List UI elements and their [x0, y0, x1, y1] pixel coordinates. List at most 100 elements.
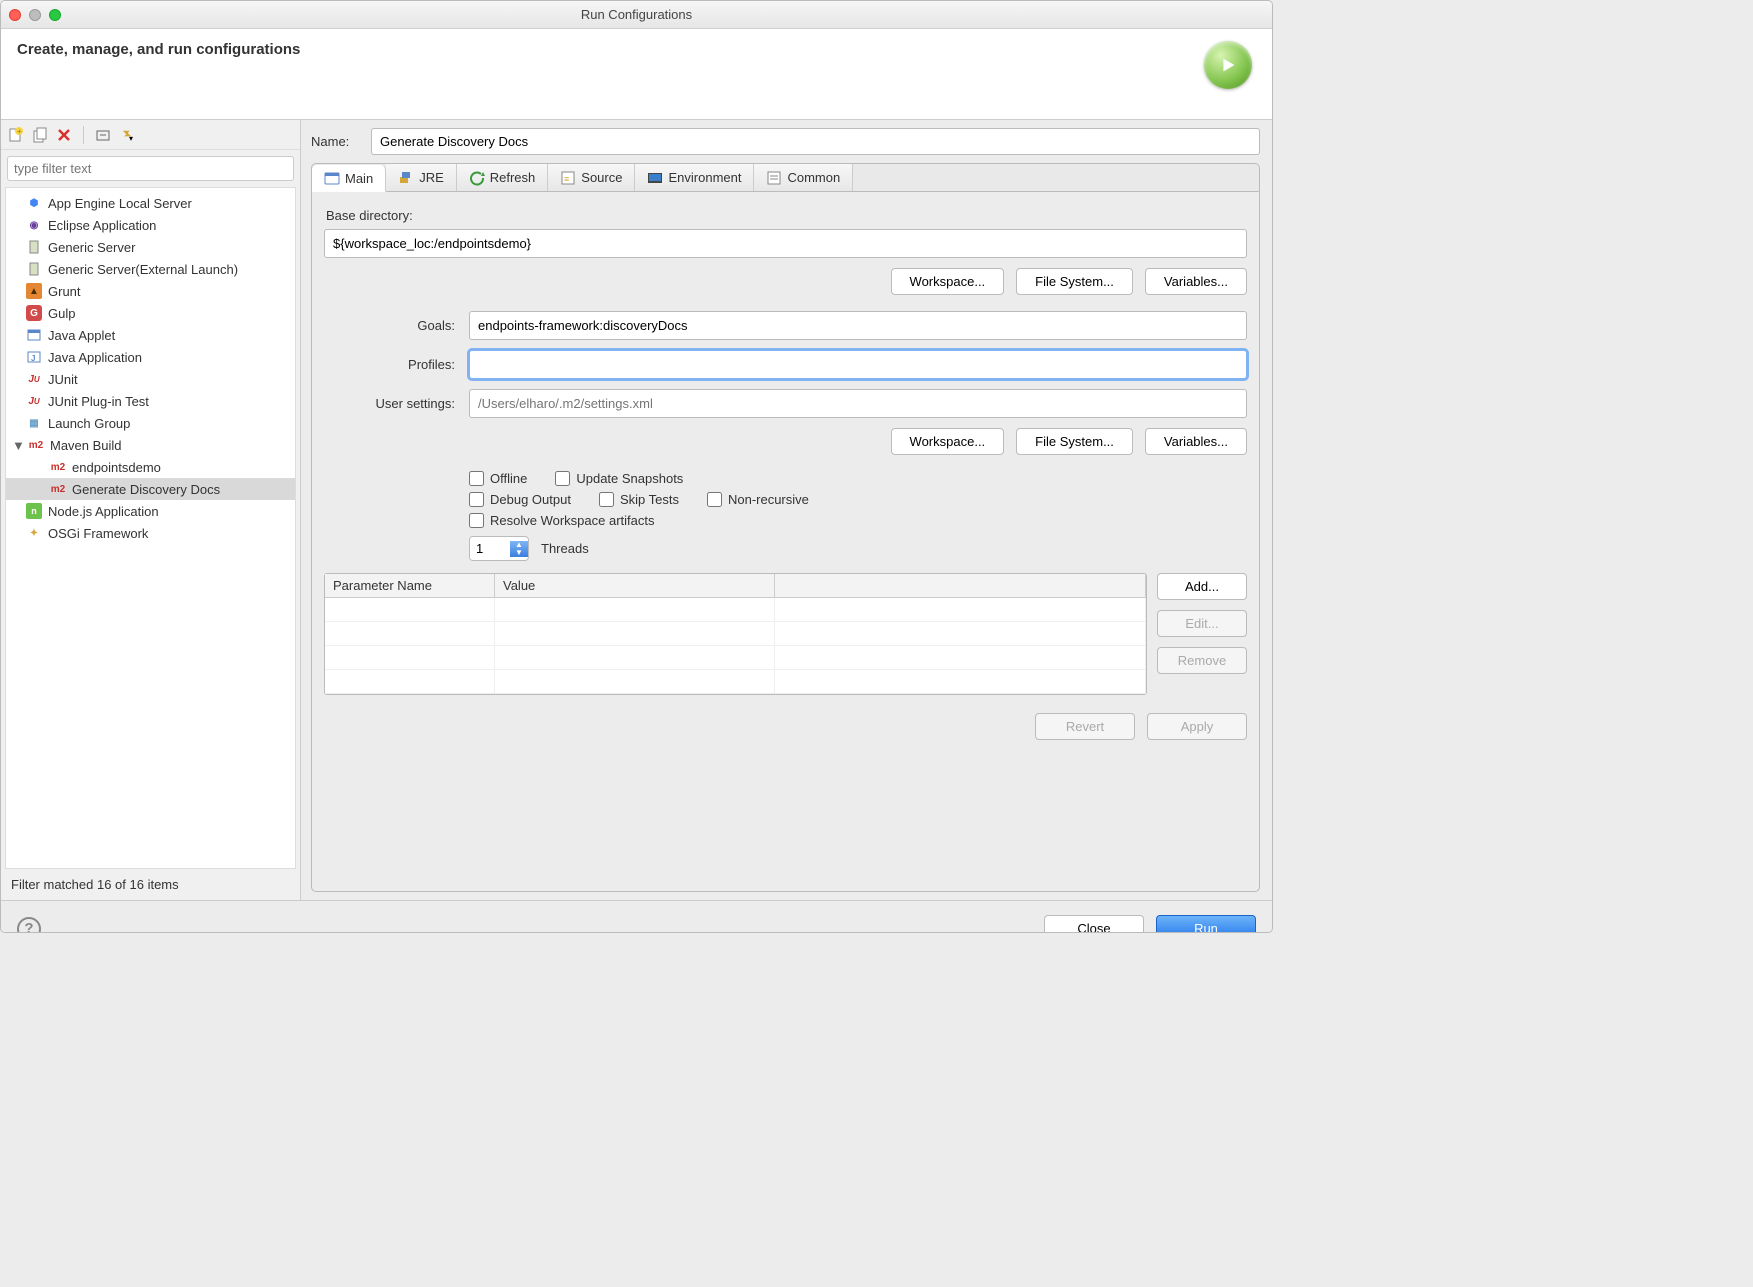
- skip-tests-checkbox[interactable]: Skip Tests: [599, 492, 679, 507]
- profiles-label: Profiles:: [324, 357, 459, 372]
- tab-jre[interactable]: JRE: [386, 164, 457, 191]
- tree-item-label: Node.js Application: [48, 504, 159, 519]
- add-param-button[interactable]: Add...: [1157, 573, 1247, 600]
- tab-icon: [647, 170, 663, 186]
- tab-environment[interactable]: Environment: [635, 164, 754, 191]
- workspace-button[interactable]: Workspace...: [891, 268, 1005, 295]
- non-recursive-checkbox[interactable]: Non-recursive: [707, 492, 809, 507]
- tab-label: Environment: [668, 170, 741, 185]
- tree-item-label: OSGi Framework: [48, 526, 148, 541]
- duplicate-config-button[interactable]: [31, 126, 49, 144]
- run-icon: [1204, 41, 1252, 89]
- tree-item[interactable]: Generic Server: [6, 236, 295, 258]
- remove-param-button[interactable]: Remove: [1157, 647, 1247, 674]
- tab-icon: ≡: [560, 170, 576, 186]
- svg-text:≡: ≡: [564, 174, 569, 184]
- tree-item[interactable]: nNode.js Application: [6, 500, 295, 522]
- param-name-header: Parameter Name: [325, 574, 495, 597]
- debug-output-checkbox[interactable]: Debug Output: [469, 492, 571, 507]
- tree-item[interactable]: ✦OSGi Framework: [6, 522, 295, 544]
- tree-item[interactable]: ⬢App Engine Local Server: [6, 192, 295, 214]
- tab-icon: [766, 170, 782, 186]
- tab-label: Main: [345, 171, 373, 186]
- tree-item-label: Generate Discovery Docs: [72, 482, 220, 497]
- tree-item-label: JUnit Plug-in Test: [48, 394, 149, 409]
- tree-item-label: Eclipse Application: [48, 218, 156, 233]
- parameter-table[interactable]: Parameter Name Value: [324, 573, 1147, 695]
- tab-refresh[interactable]: Refresh: [457, 164, 549, 191]
- tree-item-label: Gulp: [48, 306, 75, 321]
- edit-param-button[interactable]: Edit...: [1157, 610, 1247, 637]
- name-input[interactable]: [371, 128, 1260, 155]
- tab-label: Source: [581, 170, 622, 185]
- tree-item[interactable]: JUJUnit: [6, 368, 295, 390]
- tab-common[interactable]: Common: [754, 164, 853, 191]
- goals-input[interactable]: [469, 311, 1247, 340]
- tree-item-label: Launch Group: [48, 416, 130, 431]
- tree-item-label: Grunt: [48, 284, 81, 299]
- filter-button[interactable]: ▾: [118, 126, 136, 144]
- tab-label: Common: [787, 170, 840, 185]
- resolve-workspace-checkbox[interactable]: Resolve Workspace artifacts: [469, 513, 655, 528]
- tab-bar: Main JRE Refresh ≡ Source Environment Common: [311, 163, 1260, 191]
- svg-text:J: J: [31, 354, 35, 363]
- tree-item[interactable]: ▲Grunt: [6, 280, 295, 302]
- tab-label: Refresh: [490, 170, 536, 185]
- base-directory-label: Base directory:: [326, 208, 1247, 223]
- config-tree[interactable]: ⬢App Engine Local Server◉Eclipse Applica…: [5, 187, 296, 869]
- param-value-header: Value: [495, 574, 775, 597]
- tab-label: JRE: [419, 170, 444, 185]
- threads-spinner[interactable]: ▲▼: [469, 536, 529, 561]
- apply-button[interactable]: Apply: [1147, 713, 1247, 740]
- workspace-button-2[interactable]: Workspace...: [891, 428, 1005, 455]
- threads-label: Threads: [541, 541, 589, 556]
- tree-item[interactable]: ▦Launch Group: [6, 412, 295, 434]
- tree-item-label: Maven Build: [50, 438, 122, 453]
- dialog-footer: ? Close Run: [1, 900, 1272, 933]
- tree-item[interactable]: Generic Server(External Launch): [6, 258, 295, 280]
- svg-text:▾: ▾: [129, 134, 133, 143]
- revert-button[interactable]: Revert: [1035, 713, 1135, 740]
- filesystem-button[interactable]: File System...: [1016, 268, 1133, 295]
- tab-main[interactable]: Main: [312, 165, 386, 192]
- variables-button[interactable]: Variables...: [1145, 268, 1247, 295]
- tree-item[interactable]: GGulp: [6, 302, 295, 324]
- help-icon[interactable]: ?: [17, 917, 41, 934]
- variables-button-2[interactable]: Variables...: [1145, 428, 1247, 455]
- base-directory-input[interactable]: [324, 229, 1247, 258]
- update-snapshots-checkbox[interactable]: Update Snapshots: [555, 471, 683, 486]
- tree-item[interactable]: JJava Application: [6, 346, 295, 368]
- tree-item-label: JUnit: [48, 372, 78, 387]
- filter-input[interactable]: [7, 156, 294, 181]
- tree-item-label: Java Applet: [48, 328, 115, 343]
- offline-checkbox[interactable]: Offline: [469, 471, 527, 486]
- filter-status: Filter matched 16 of 16 items: [1, 869, 300, 900]
- delete-config-button[interactable]: [55, 126, 73, 144]
- tree-item-label: Generic Server(External Launch): [48, 262, 238, 277]
- tree-item-label: endpointsdemo: [72, 460, 161, 475]
- user-settings-label: User settings:: [324, 396, 459, 411]
- close-button[interactable]: Close: [1044, 915, 1144, 933]
- left-panel: + ▾ ⬢App Engine Local Server◉Eclipse App…: [1, 120, 301, 900]
- right-panel: Name: Main JRE Refresh ≡ Source Environment Co…: [301, 120, 1272, 900]
- goals-label: Goals:: [324, 318, 459, 333]
- user-settings-input[interactable]: [469, 389, 1247, 418]
- name-label: Name:: [311, 134, 361, 149]
- dialog-title: Create, manage, and run configurations: [17, 41, 300, 58]
- titlebar: Run Configurations: [1, 1, 1272, 29]
- run-configurations-window: Run Configurations Create, manage, and r…: [0, 0, 1273, 933]
- filesystem-button-2[interactable]: File System...: [1016, 428, 1133, 455]
- new-config-button[interactable]: +: [7, 126, 25, 144]
- tree-item[interactable]: m2Generate Discovery Docs: [6, 478, 295, 500]
- tree-item[interactable]: ▼m2Maven Build: [6, 434, 295, 456]
- tab-source[interactable]: ≡ Source: [548, 164, 635, 191]
- tree-item[interactable]: ◉Eclipse Application: [6, 214, 295, 236]
- tree-item[interactable]: Java Applet: [6, 324, 295, 346]
- svg-text:+: +: [17, 127, 22, 136]
- collapse-all-button[interactable]: [94, 126, 112, 144]
- tab-icon: [398, 170, 414, 186]
- tree-item[interactable]: JUJUnit Plug-in Test: [6, 390, 295, 412]
- tree-item[interactable]: m2endpointsdemo: [6, 456, 295, 478]
- profiles-input[interactable]: [469, 350, 1247, 379]
- run-button[interactable]: Run: [1156, 915, 1256, 933]
